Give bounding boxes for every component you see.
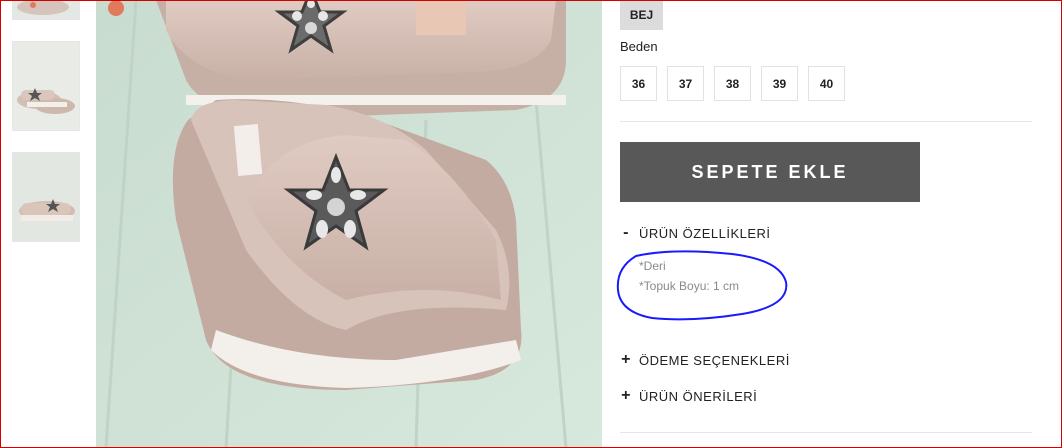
plus-icon: + <box>621 387 631 404</box>
main-product-image <box>96 0 602 448</box>
size-label: Beden <box>620 39 658 54</box>
divider <box>620 432 1032 433</box>
accordion-title: ÜRÜN ÖZELLİKLERİ <box>639 225 771 241</box>
size-options: 36 37 38 39 40 <box>620 66 855 101</box>
add-to-cart-button[interactable]: SEPETE EKLE <box>620 142 920 202</box>
thumbnail-image <box>13 153 79 241</box>
accordion-title: ÖDEME SEÇENEKLERİ <box>639 352 790 368</box>
feature-item: *Topuk Boyu: 1 cm <box>639 279 740 293</box>
color-swatch-bej[interactable]: BEJ <box>620 0 663 30</box>
accordion-product-features[interactable]: - ÜRÜN ÖZELLİKLERİ <box>620 224 771 242</box>
size-option-36[interactable]: 36 <box>620 66 657 101</box>
size-option-39[interactable]: 39 <box>761 66 798 101</box>
sandal-photo <box>96 0 602 448</box>
product-features-list: *Deri *Topuk Boyu: 1 cm <box>639 256 739 296</box>
feature-item: *Deri <box>639 259 666 273</box>
accordion-payment-options[interactable]: + ÖDEME SEÇENEKLERİ <box>620 351 790 369</box>
thumbnail-1[interactable] <box>12 0 80 20</box>
accordion-title: ÜRÜN ÖNERİLERİ <box>639 388 758 404</box>
plus-icon: + <box>621 351 631 368</box>
size-option-40[interactable]: 40 <box>808 66 845 101</box>
thumbnail-3[interactable] <box>12 152 80 242</box>
thumbnail-2[interactable] <box>12 41 80 131</box>
thumbnail-image <box>13 1 79 19</box>
product-details-panel: BEJ Beden 36 37 38 39 40 SEPETE EKLE - Ü… <box>620 0 1062 448</box>
size-option-38[interactable]: 38 <box>714 66 751 101</box>
size-option-37[interactable]: 37 <box>667 66 704 101</box>
divider <box>620 121 1032 122</box>
thumbnail-image <box>13 42 79 130</box>
minus-icon: - <box>623 224 629 241</box>
accordion-product-recommendations[interactable]: + ÜRÜN ÖNERİLERİ <box>620 387 757 405</box>
